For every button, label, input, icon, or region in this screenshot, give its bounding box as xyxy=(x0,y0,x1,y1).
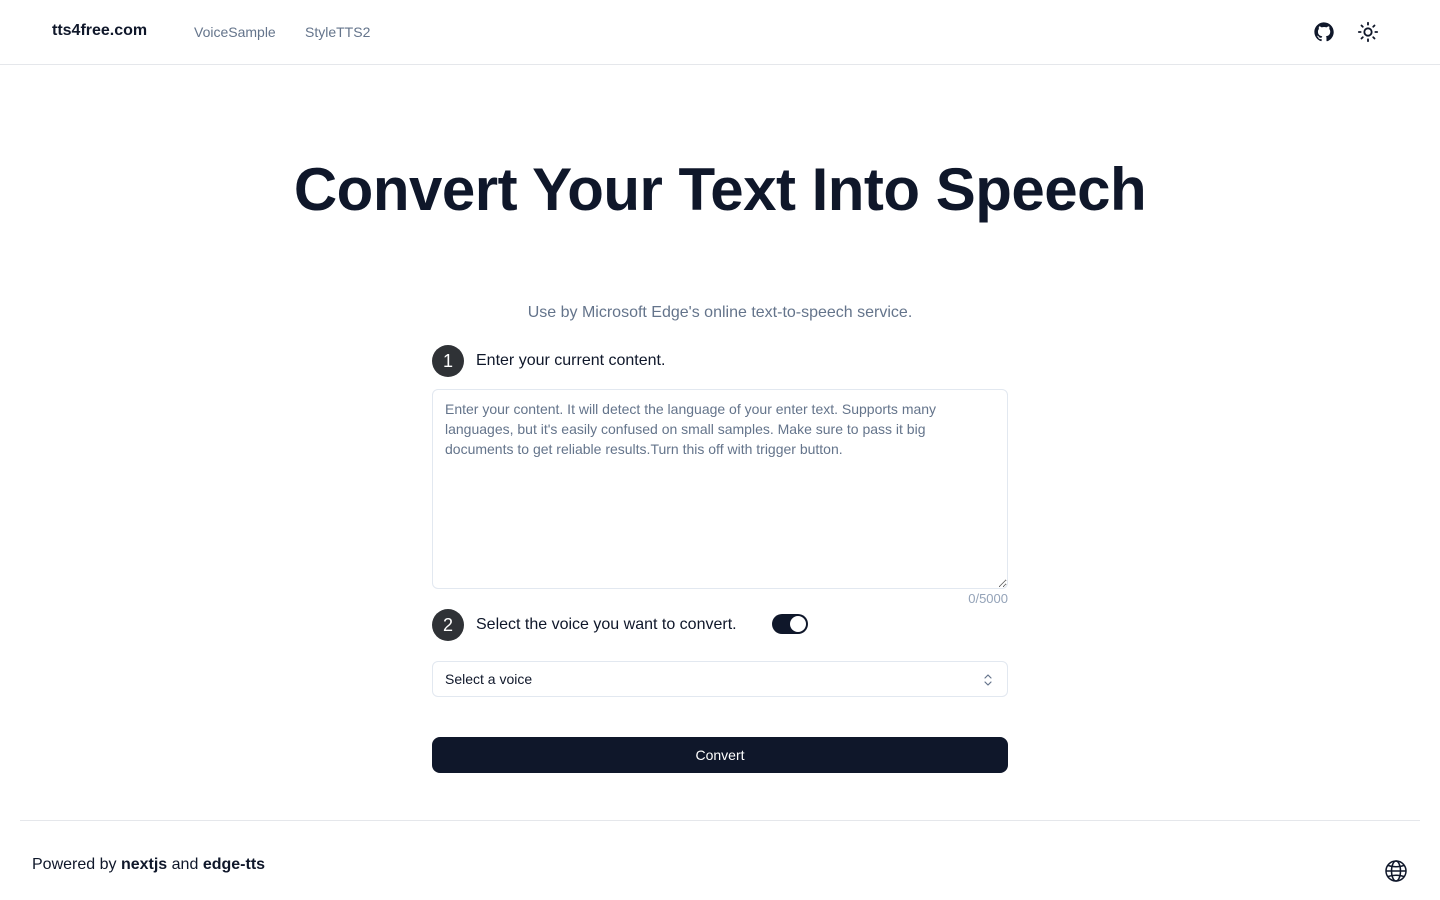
theme-toggle-button[interactable] xyxy=(1356,20,1380,44)
step-1-badge: 1 xyxy=(432,345,464,377)
site-header: tts4free.com VoiceSample StyleTTS2 xyxy=(0,0,1440,65)
character-counter: 0/5000 xyxy=(968,591,1008,606)
footer-credits: Powered by nextjs and edge-tts xyxy=(32,856,265,874)
step-2-badge: 2 xyxy=(432,609,464,641)
github-icon xyxy=(1314,22,1334,42)
content-textarea[interactable] xyxy=(432,389,1008,589)
language-button[interactable] xyxy=(1384,859,1408,883)
voice-select-value: Select a voice xyxy=(445,671,533,687)
github-button[interactable] xyxy=(1312,20,1336,44)
globe-icon xyxy=(1385,860,1407,882)
step-1-label: Enter your current content. xyxy=(476,352,666,369)
nav-link-voicesample[interactable]: VoiceSample xyxy=(194,24,276,40)
auto-detect-toggle[interactable] xyxy=(772,614,808,634)
step-2-label: Select the voice you want to convert. xyxy=(476,616,737,633)
toggle-knob xyxy=(790,616,806,632)
convert-button[interactable]: Convert xyxy=(432,737,1008,773)
nav-link-styletts2[interactable]: StyleTTS2 xyxy=(305,24,370,40)
footer-prefix: Powered by xyxy=(32,856,117,873)
chevrons-up-down-icon xyxy=(984,674,992,686)
page-title: Convert Your Text Into Speech xyxy=(293,156,1147,223)
sun-icon xyxy=(1357,21,1379,43)
page-subtitle: Use by Microsoft Edge's online text-to-s… xyxy=(527,304,913,321)
footer-link-edge-tts[interactable]: edge-tts xyxy=(203,856,265,873)
footer-divider xyxy=(20,820,1420,821)
footer-link-nextjs[interactable]: nextjs xyxy=(121,856,167,873)
voice-select[interactable]: Select a voice xyxy=(432,661,1008,697)
site-logo[interactable]: tts4free.com xyxy=(52,22,147,40)
footer-conjunction: and xyxy=(171,856,199,873)
